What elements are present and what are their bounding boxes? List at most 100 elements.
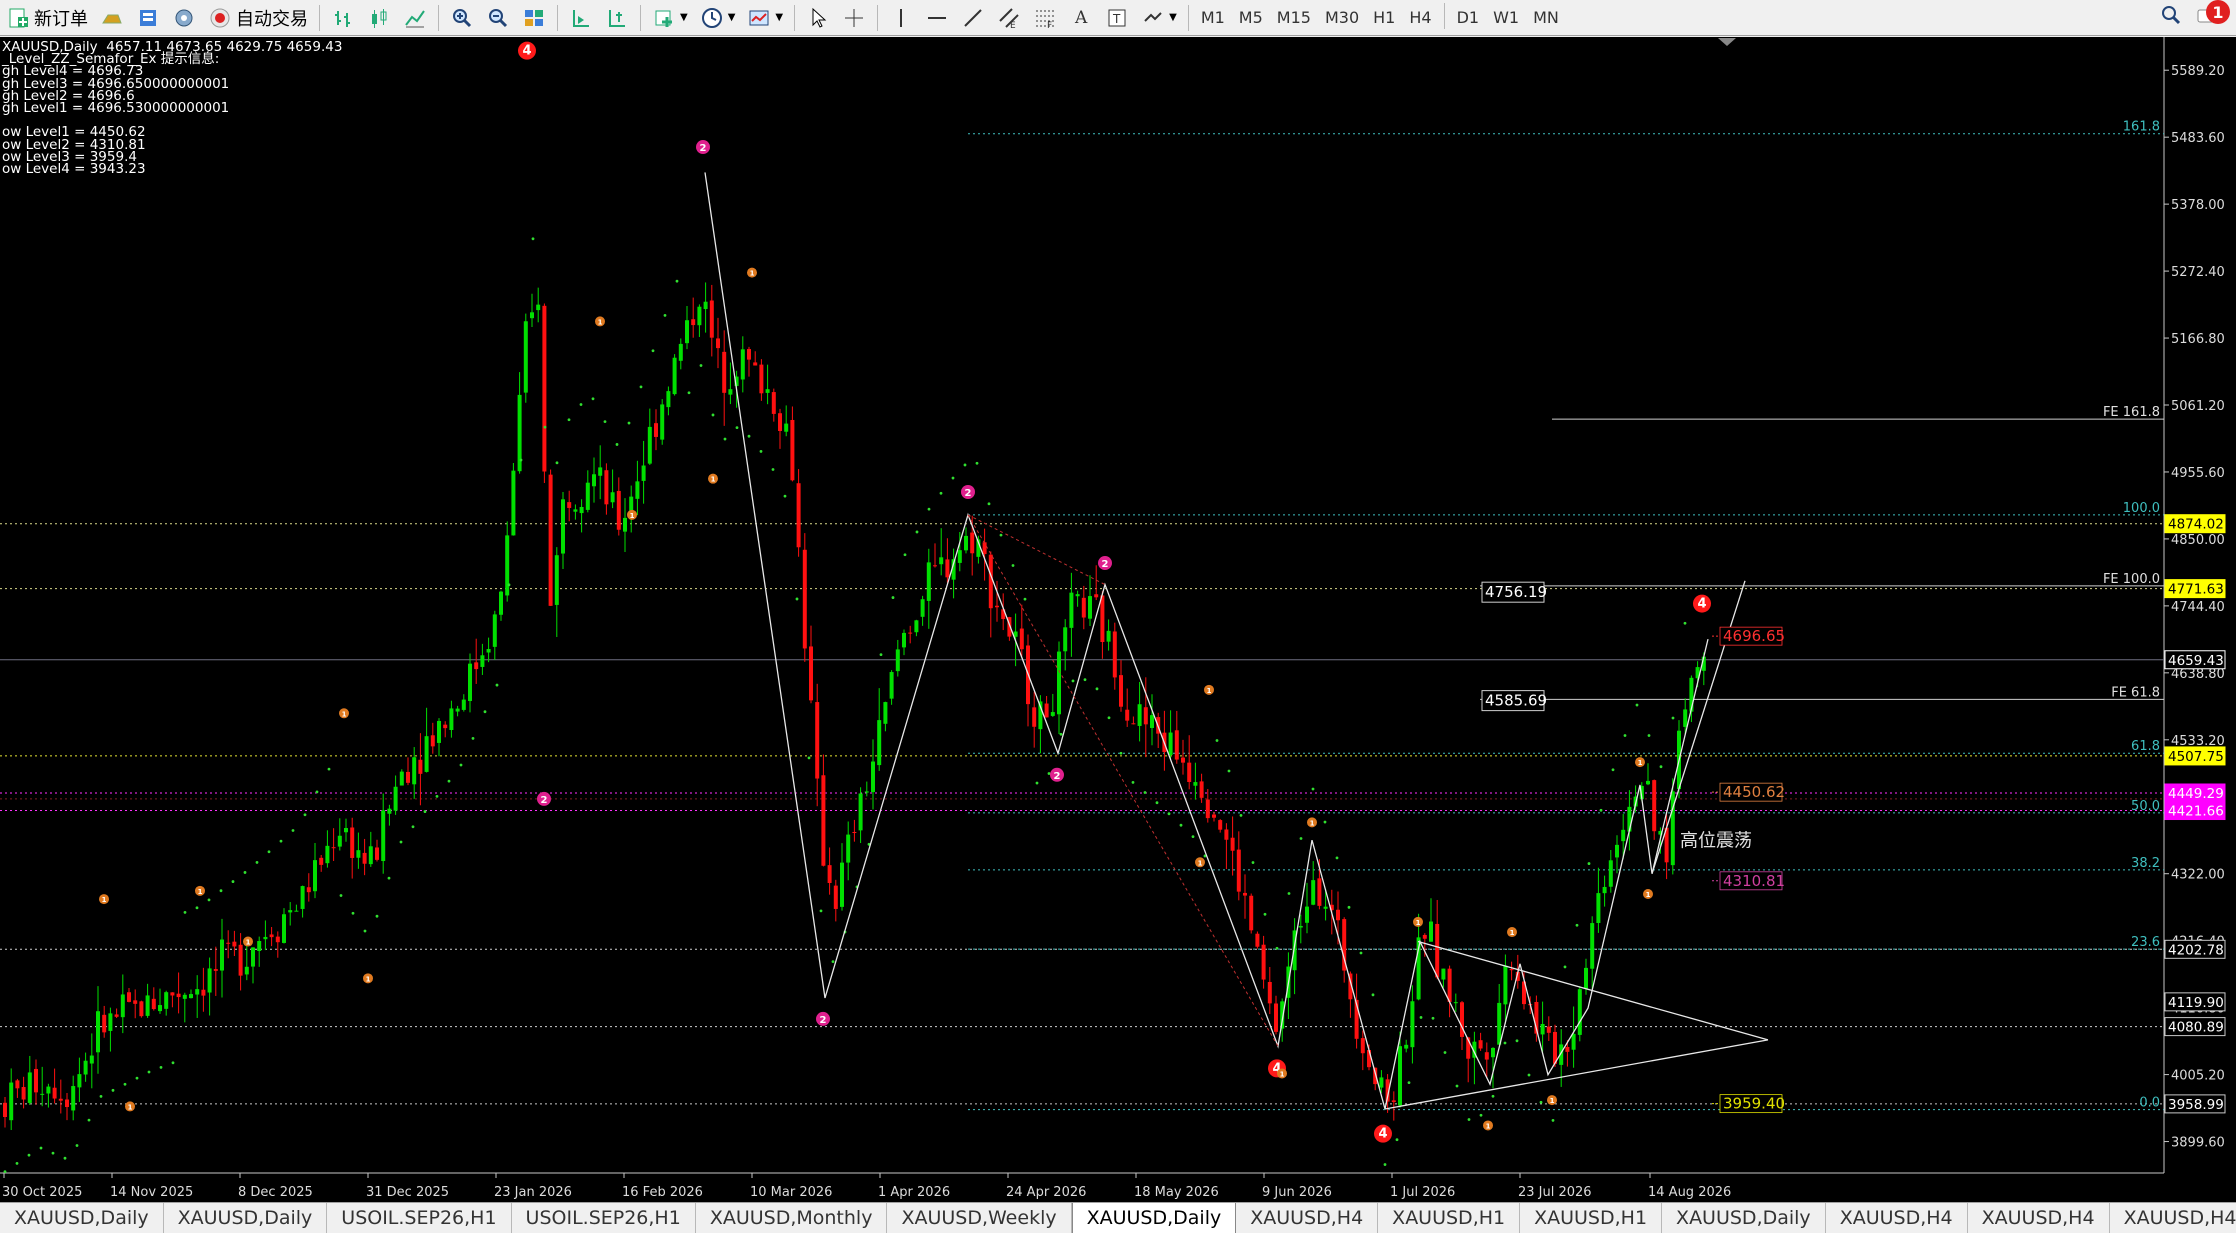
sar-dot: [123, 1082, 127, 1086]
candle: [697, 304, 702, 337]
chart-tab[interactable]: USOIL.SEP26,H1: [512, 1203, 696, 1233]
candle: [350, 817, 355, 879]
vertical-line-tool[interactable]: [883, 3, 919, 33]
timeframe-w1[interactable]: W1: [1486, 3, 1526, 33]
tile-windows-button[interactable]: [516, 3, 552, 33]
semafor-marker: 2: [816, 1011, 830, 1026]
candle-body: [375, 847, 379, 860]
sar-dot: [591, 397, 595, 401]
chart-tab[interactable]: XAUUSD,Daily: [164, 1203, 328, 1233]
trendline-tool[interactable]: [955, 3, 991, 33]
candle-body: [1112, 631, 1117, 678]
chart-tab[interactable]: XAUUSD,Daily: [0, 1203, 164, 1233]
semafor-marker: 1: [595, 316, 605, 327]
auto-trade-button[interactable]: 自动交易: [202, 3, 314, 33]
chart-tab[interactable]: XAUUSD,Daily: [1662, 1203, 1826, 1233]
candle: [27, 1055, 32, 1106]
chevron-down-icon: ▼: [680, 12, 688, 23]
cursor-tool[interactable]: [800, 3, 836, 33]
candle-body: [914, 620, 919, 633]
timeframe-m30[interactable]: M30: [1318, 3, 1366, 33]
navigator-button[interactable]: [166, 3, 202, 33]
crosshair-tool[interactable]: [836, 3, 872, 33]
timeframe-d1[interactable]: D1: [1450, 3, 1487, 33]
chart-tab[interactable]: XAUUSD,H1: [1378, 1203, 1521, 1233]
candle: [1596, 867, 1601, 933]
horizontal-line-tool[interactable]: [919, 3, 955, 33]
candle-body: [182, 994, 187, 999]
chart-tab[interactable]: XAUUSD,H4: [1826, 1203, 1968, 1233]
candle: [598, 445, 603, 500]
candle-body: [170, 992, 175, 996]
candle-body: [368, 846, 373, 865]
timeframe-m1[interactable]: M1: [1194, 3, 1232, 33]
candle: [77, 1057, 82, 1102]
semafor-label: 1: [1310, 819, 1315, 827]
timeframe-m15[interactable]: M15: [1270, 3, 1318, 33]
candle: [1360, 1030, 1365, 1071]
candle-body: [1683, 709, 1688, 727]
zoom-in-button[interactable]: [444, 3, 480, 33]
autoscroll-button[interactable]: [563, 3, 599, 33]
candle: [1168, 710, 1173, 759]
candle: [1429, 898, 1433, 942]
market-watch-button[interactable]: [94, 3, 130, 33]
price-badge-label: 4874.02: [2168, 517, 2224, 533]
semafor-marker: 4: [518, 41, 536, 60]
candle: [455, 705, 460, 717]
timeframe-h1[interactable]: H1: [1366, 3, 1402, 33]
text-label-tool[interactable]: T: [1099, 3, 1135, 33]
price-box-label: 4756.19: [1485, 583, 1547, 601]
search-icon[interactable]: [2160, 4, 2182, 30]
candle-body: [158, 1005, 162, 1012]
candle-body: [306, 887, 311, 893]
candle: [1218, 819, 1223, 833]
timeframe-h4[interactable]: H4: [1402, 3, 1438, 33]
chart-tab[interactable]: XAUUSD,Monthly: [696, 1203, 888, 1233]
sar-dot: [1179, 823, 1183, 827]
candle-body: [1057, 651, 1061, 715]
indicators-button[interactable]: ▼: [646, 3, 694, 33]
hl-level-label: 4450.62: [1723, 783, 1785, 801]
candle: [133, 989, 138, 1019]
fibonacci-tool[interactable]: F: [1027, 3, 1063, 33]
chart-tab[interactable]: XAUUSD,H1: [1520, 1203, 1663, 1233]
chart-tab[interactable]: XAUUSD,Daily: [1071, 1203, 1237, 1233]
candle: [765, 364, 770, 405]
price-chart[interactable]: 5589.20 5483.60 5378.00 5272.40 5166.80 5061.…: [0, 37, 2236, 1202]
periods-button[interactable]: ▼: [694, 3, 742, 33]
zoom-out-button[interactable]: [480, 3, 516, 33]
text-tool[interactable]: A: [1063, 3, 1099, 33]
timeframe-mn[interactable]: MN: [1526, 3, 1566, 33]
sar-dot: [1095, 687, 1099, 691]
arrows-tool[interactable]: ▼: [1135, 3, 1183, 33]
equidistant-channel-tool[interactable]: E: [991, 3, 1027, 33]
candle-body: [1143, 707, 1148, 725]
candle-body: [1019, 628, 1024, 650]
bar-chart-button[interactable]: [325, 3, 361, 33]
candle-body: [1125, 709, 1130, 721]
notifications-button[interactable]: 1: [2196, 0, 2230, 32]
chart-tab[interactable]: XAUUSD,H4: [1968, 1203, 2110, 1233]
chart-window[interactable]: 5589.20 5483.60 5378.00 5272.40 5166.80 5061.…: [0, 37, 2236, 1202]
candle-chart-button[interactable]: [361, 3, 397, 33]
line-chart-button[interactable]: [397, 3, 433, 33]
data-window-button[interactable]: [130, 3, 166, 33]
new-order-button[interactable]: 新订单: [0, 3, 94, 33]
semafor-marker: 1: [1204, 684, 1214, 695]
candle-body: [127, 992, 131, 1002]
candle: [610, 469, 615, 509]
time-tick-label: 16 Feb 2026: [622, 1185, 703, 1200]
chart-tab[interactable]: USOIL.SEP26,H1: [327, 1203, 512, 1233]
chart-tab[interactable]: XAUUSD,H4: [1236, 1203, 1379, 1233]
sar-dot: [1515, 1039, 1519, 1043]
sar-dot: [831, 960, 835, 964]
chart-tab[interactable]: XAUUSD,Weekly: [887, 1203, 1072, 1233]
chart-shift-button[interactable]: [599, 3, 635, 33]
sar-dot: [963, 463, 967, 467]
candle: [1088, 575, 1092, 626]
templates-button[interactable]: ▼: [741, 3, 789, 33]
chart-tab[interactable]: XAUUSD,H4: [2110, 1203, 2236, 1233]
zigzag-line: [704, 172, 1709, 1110]
timeframe-m5[interactable]: M5: [1232, 3, 1270, 33]
